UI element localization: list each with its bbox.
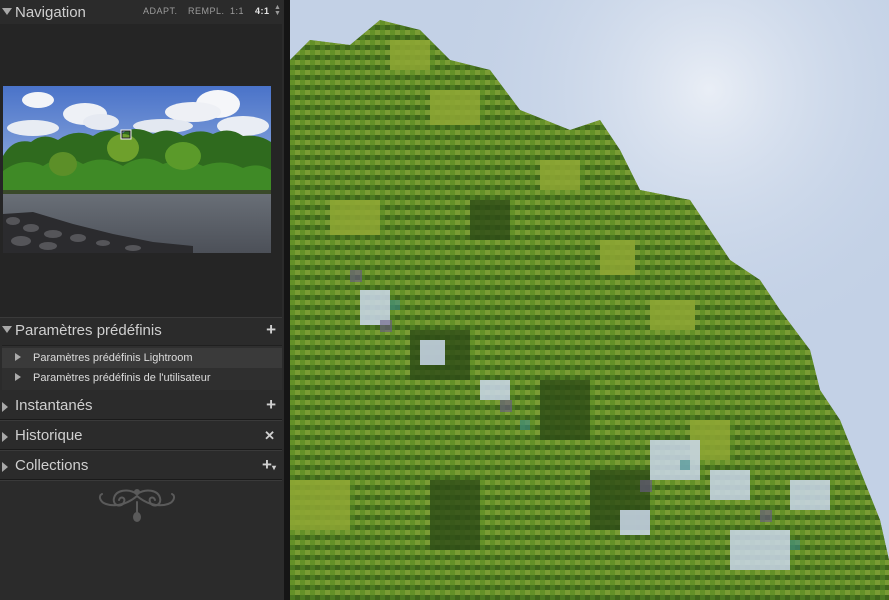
collapse-triangle-icon[interactable] — [2, 326, 12, 333]
navigator-preview-area — [0, 24, 282, 318]
preset-folder-label: Paramètres prédéfinis de l'utilisateur — [33, 372, 211, 384]
add-preset-icon[interactable]: + — [266, 320, 276, 340]
landscape-thumbnail-image — [3, 86, 271, 253]
left-panel: Navigation ADAPT. REMPL. 1:1 4:1 ▲ ▼ Par… — [0, 0, 284, 600]
clear-history-icon[interactable]: ✕ — [264, 428, 275, 444]
add-snapshot-icon[interactable]: + — [266, 395, 276, 415]
navigator-title: Navigation — [15, 4, 86, 21]
zoom-fill-option[interactable]: REMPL. — [188, 6, 225, 16]
presets-title: Paramètres prédéfinis — [15, 322, 162, 339]
zoom-4-1-option[interactable]: 4:1 — [255, 6, 270, 16]
preset-folder-user[interactable]: Paramètres prédéfinis de l'utilisateur — [2, 368, 282, 388]
presets-list: Paramètres prédéfinis Lightroom Paramètr… — [2, 345, 282, 390]
collapse-triangle-icon[interactable] — [2, 8, 12, 15]
expand-triangle-icon[interactable] — [15, 373, 21, 381]
section-divider — [0, 449, 282, 451]
navigator-thumbnail[interactable] — [3, 86, 271, 253]
history-header[interactable]: Historique ✕ — [0, 423, 284, 451]
zoom-fit-option[interactable]: ADAPT. — [143, 6, 178, 16]
zoom-1-1-option[interactable]: 1:1 — [230, 6, 244, 16]
collections-title: Collections — [15, 457, 89, 474]
snapshots-title: Instantanés — [15, 397, 93, 414]
history-title: Historique — [15, 427, 83, 444]
preset-folder-lightroom[interactable]: Paramètres prédéfinis Lightroom — [2, 348, 282, 368]
zoom-menu-arrows-icon[interactable]: ▲ ▼ — [274, 4, 281, 17]
section-divider — [0, 419, 282, 421]
add-collection-menu-icon[interactable]: +▾ — [262, 455, 276, 475]
image-viewer[interactable] — [290, 0, 889, 600]
snapshots-header[interactable]: Instantanés + — [0, 393, 284, 421]
section-divider — [0, 479, 282, 481]
panel-end-ornament-icon — [98, 489, 176, 522]
expand-triangle-icon[interactable] — [2, 402, 8, 412]
preset-folder-label: Paramètres prédéfinis Lightroom — [33, 352, 193, 364]
collections-header[interactable]: Collections +▾ — [0, 453, 284, 481]
zoomed-tree-image — [290, 0, 889, 600]
presets-header[interactable]: Paramètres prédéfinis + — [0, 318, 284, 346]
expand-triangle-icon[interactable] — [15, 353, 21, 361]
expand-triangle-icon[interactable] — [2, 432, 8, 442]
expand-triangle-icon[interactable] — [2, 462, 8, 472]
